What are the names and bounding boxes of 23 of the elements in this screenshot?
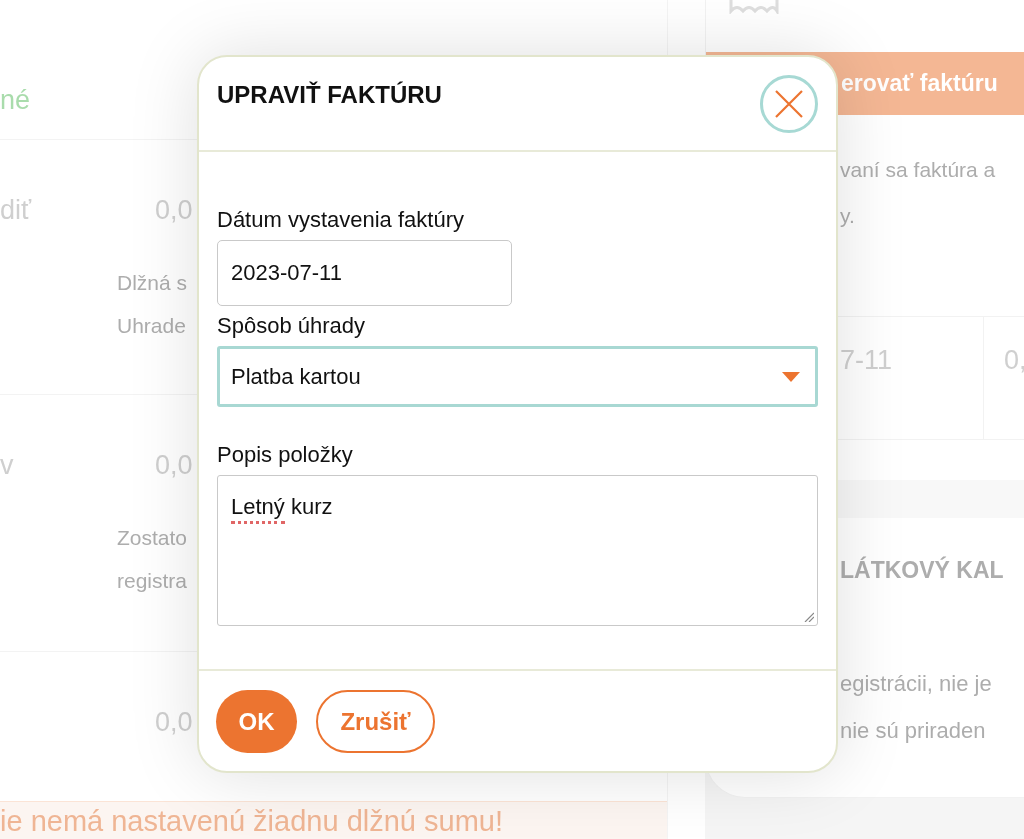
note-text: Zostato (117, 525, 188, 551)
status-label: né (0, 85, 31, 115)
section-text: nie sú priraden (840, 717, 986, 745)
resize-handle-icon[interactable] (804, 612, 814, 622)
receipt-icon (729, 0, 779, 14)
payment-method-select[interactable]: Platba kartou (217, 346, 818, 407)
notice-text: ie nemá nastavenú žiadnu dlžnú sumu! (0, 804, 503, 837)
description-textarea[interactable]: Letný kurz (217, 475, 818, 626)
dialog-title: UPRAVIŤ FAKTÚRU (217, 81, 442, 109)
note-text: Dlžná s (117, 270, 188, 296)
note-text: registra (117, 568, 188, 594)
close-button[interactable] (760, 75, 818, 133)
caret-icon (782, 371, 800, 382)
field-label: Spôsob úhrady (217, 312, 365, 340)
field-label: Dátum vystavenia faktúry (217, 206, 464, 234)
close-icon (775, 90, 803, 118)
field-label: Popis položky (217, 441, 353, 469)
note-text: Uhrade (117, 313, 186, 339)
section-title: LÁTKOVÝ KAL (840, 557, 1004, 583)
info-text: vaní sa faktúra a (840, 157, 996, 183)
date-input[interactable]: 2023-07-11 (217, 240, 512, 306)
info-text: y. (840, 203, 855, 229)
section-text: egistrácii, nie je (840, 670, 992, 698)
